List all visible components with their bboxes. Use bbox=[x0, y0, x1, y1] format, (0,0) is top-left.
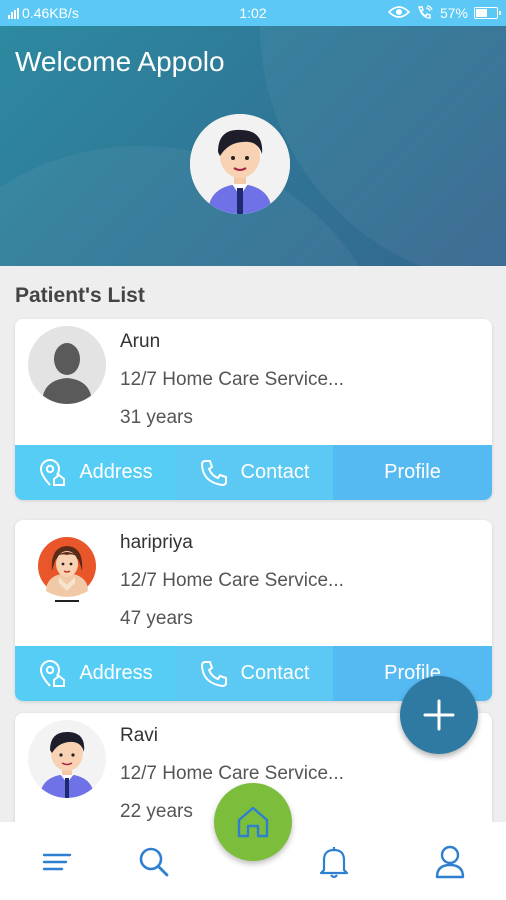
battery-percent: 57% bbox=[439, 5, 468, 21]
patient-name: Arun bbox=[120, 331, 161, 352]
status-bar: 0.46KB/s 1:02 57% bbox=[0, 0, 506, 26]
patient-card[interactable]: Arun 12/7 Home Care Service... 31 years … bbox=[15, 319, 492, 500]
notifications-button[interactable] bbox=[314, 842, 354, 882]
contact-button[interactable]: Contact bbox=[175, 646, 333, 701]
placeholder-person-avatar bbox=[28, 326, 106, 404]
woman-avatar bbox=[28, 527, 106, 605]
patient-age: 22 years bbox=[120, 801, 193, 822]
patient-name: Ravi bbox=[120, 725, 159, 746]
add-patient-button[interactable] bbox=[400, 676, 478, 754]
address-label: Address bbox=[79, 662, 153, 684]
page-title: Welcome Appolo bbox=[15, 46, 225, 77]
contact-button[interactable]: Contact bbox=[175, 445, 333, 500]
profile-label: Profile bbox=[384, 461, 441, 483]
patients-list-title: Patient's List bbox=[15, 284, 145, 307]
welcome-header: Welcome Appolo bbox=[0, 26, 506, 266]
patient-actions: Address Contact Profile bbox=[15, 445, 492, 500]
man-avatar bbox=[28, 720, 106, 798]
address-button[interactable]: Address bbox=[15, 445, 175, 500]
search-button[interactable] bbox=[134, 842, 174, 882]
user-icon bbox=[435, 845, 465, 879]
network-speed: 0.46KB/s bbox=[22, 5, 79, 21]
bell-icon bbox=[319, 847, 349, 879]
patient-service: 12/7 Home Care Service... bbox=[120, 570, 344, 591]
location-home-icon bbox=[40, 458, 66, 486]
account-button[interactable] bbox=[430, 842, 470, 882]
profile-button[interactable]: Profile bbox=[333, 445, 492, 500]
signal-icon bbox=[8, 7, 19, 19]
phone-icon bbox=[200, 459, 227, 486]
plus-icon bbox=[423, 699, 455, 731]
contact-label: Contact bbox=[240, 461, 310, 483]
patient-age: 31 years bbox=[120, 407, 193, 428]
menu-button[interactable] bbox=[37, 842, 77, 882]
wifi-call-icon bbox=[416, 4, 434, 22]
address-label: Address bbox=[79, 461, 153, 483]
patient-service: 12/7 Home Care Service... bbox=[120, 763, 344, 784]
patient-age: 47 years bbox=[120, 608, 193, 629]
clock: 1:02 bbox=[239, 5, 267, 21]
contact-label: Contact bbox=[240, 662, 310, 684]
battery-icon bbox=[474, 7, 501, 19]
patient-card[interactable]: haripriya 12/7 Home Care Service... 47 y… bbox=[15, 520, 492, 701]
phone-icon bbox=[200, 660, 227, 687]
eye-icon bbox=[387, 5, 411, 22]
home-button[interactable] bbox=[214, 783, 292, 861]
doctor-avatar[interactable] bbox=[190, 114, 290, 214]
menu-icon bbox=[42, 853, 72, 871]
address-button[interactable]: Address bbox=[15, 646, 175, 701]
location-home-icon bbox=[40, 659, 66, 687]
patient-name: haripriya bbox=[120, 532, 193, 553]
home-icon bbox=[237, 806, 269, 838]
patient-service: 12/7 Home Care Service... bbox=[120, 369, 344, 390]
search-icon bbox=[139, 847, 169, 877]
